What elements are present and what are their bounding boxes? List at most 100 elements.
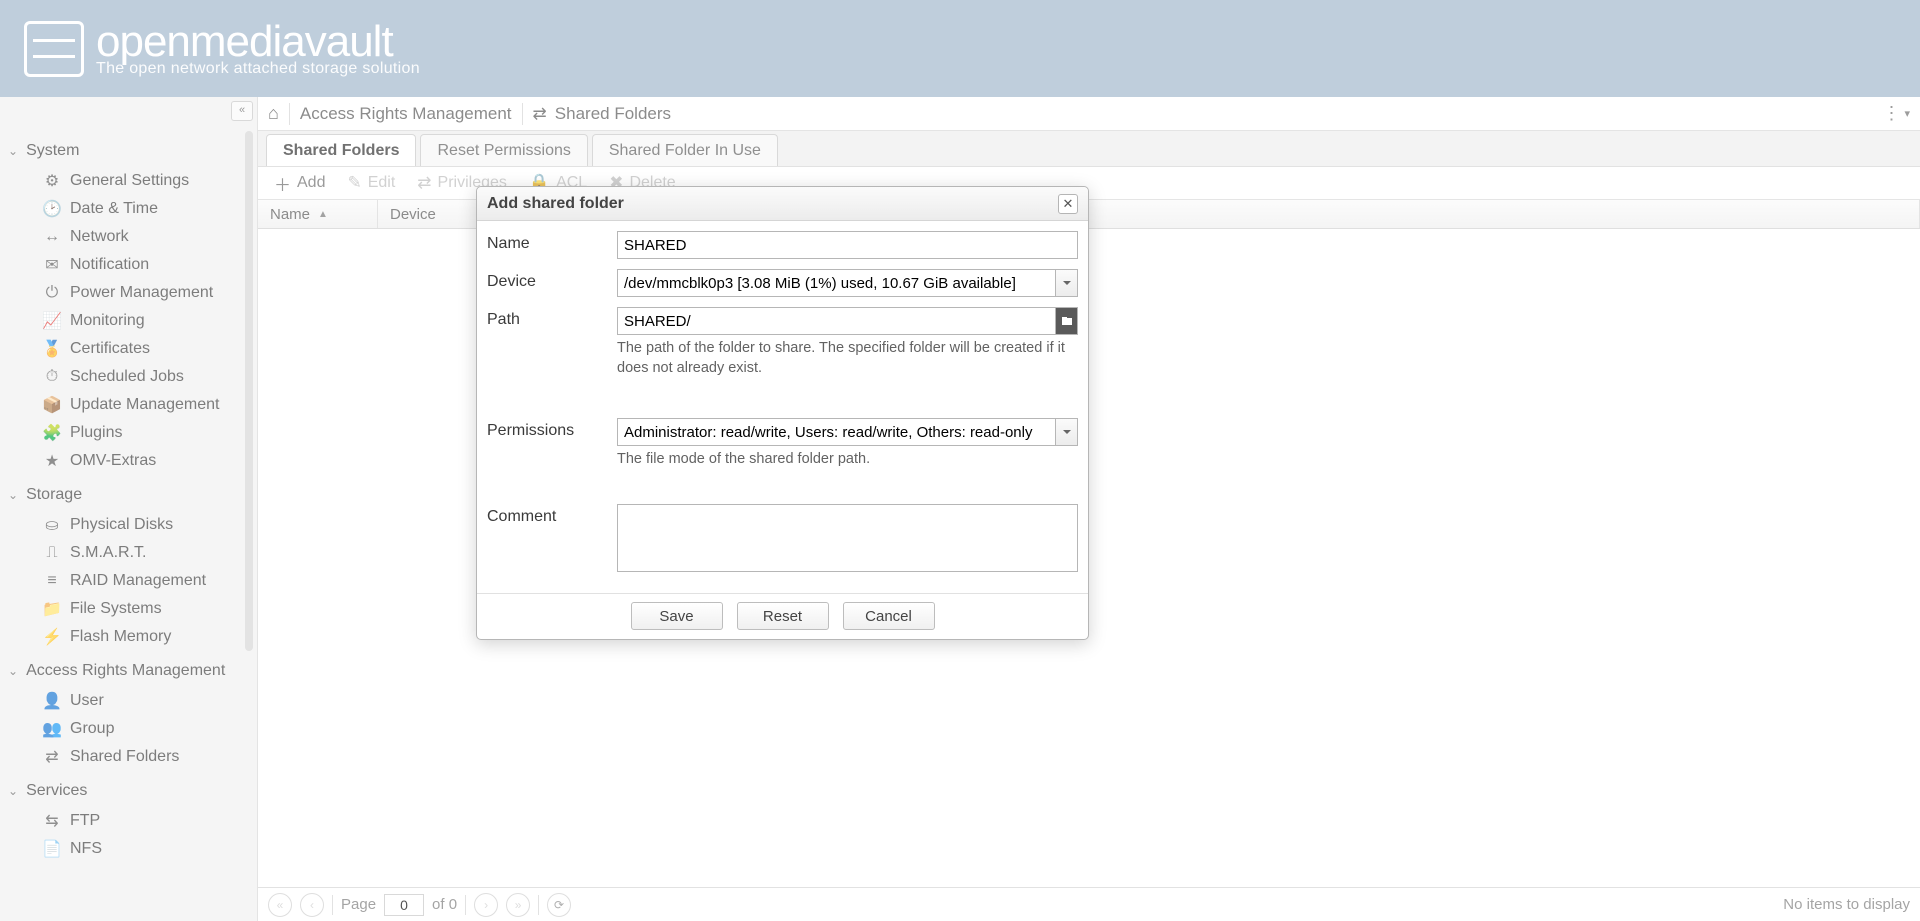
app-logo: openmediavault The open network attached…: [24, 21, 420, 77]
brand-name: openmediavault: [96, 21, 420, 63]
package-icon: 📦: [42, 395, 62, 415]
sidebar-group-access-rights[interactable]: ⌄Access Rights Management: [8, 657, 243, 687]
transfer-icon: ⇆: [42, 811, 62, 831]
dialog-close-button[interactable]: ✕: [1058, 194, 1078, 214]
breadcrumb-separator: [289, 103, 290, 125]
comment-label: Comment: [487, 504, 617, 526]
plus-icon: ＋: [274, 171, 291, 196]
breadcrumb-page[interactable]: ⇄Shared Folders: [533, 104, 671, 124]
sidebar-item-network[interactable]: ↔Network: [8, 223, 243, 251]
tab-reset-permissions[interactable]: Reset Permissions: [420, 134, 587, 166]
comment-textarea[interactable]: [617, 504, 1078, 572]
sidebar-item-user[interactable]: 👤 User: [8, 687, 243, 715]
sidebar-item-monitoring[interactable]: 📈Monitoring: [8, 307, 243, 335]
sidebar-item-scheduled-jobs[interactable]: ⏱Scheduled Jobs: [8, 363, 243, 391]
edit-button[interactable]: ✎Edit: [339, 170, 403, 196]
page-input[interactable]: [384, 894, 424, 916]
next-page-button[interactable]: ›: [474, 893, 498, 917]
sidebar-item-group[interactable]: 👥Group: [8, 715, 243, 743]
sidebar-item-label: Certificates: [70, 340, 150, 358]
reset-button[interactable]: Reset: [737, 602, 829, 630]
network-icon: ↔: [42, 227, 62, 247]
sidebar-item-label: Scheduled Jobs: [70, 368, 184, 386]
save-button[interactable]: Save: [631, 602, 723, 630]
sidebar-item-label: Shared Folders: [70, 748, 179, 766]
sidebar-item-label: Monitoring: [70, 312, 145, 330]
star-icon: ★: [42, 451, 62, 471]
prev-page-button[interactable]: ‹: [300, 893, 324, 917]
app-header: openmediavault The open network attached…: [0, 0, 1920, 97]
home-icon[interactable]: ⌂: [268, 103, 279, 124]
chevron-down-icon: ⌄: [8, 488, 18, 502]
last-page-button[interactable]: »: [506, 893, 530, 917]
users-icon: 👥: [42, 719, 62, 739]
device-select[interactable]: [617, 269, 1056, 297]
path-input[interactable]: [617, 307, 1056, 335]
add-button[interactable]: ＋Add: [266, 168, 333, 199]
name-input[interactable]: [617, 231, 1078, 259]
path-browse-button[interactable]: [1056, 307, 1078, 335]
sidebar-item-general-settings[interactable]: ⚙General Settings: [8, 167, 243, 195]
power-icon: ⏻: [42, 283, 62, 303]
sidebar-item-shared-folders[interactable]: ⇄ Shared Folders: [8, 743, 243, 771]
pulse-icon: ⎍: [42, 543, 62, 563]
brand-tagline: The open network attached storage soluti…: [96, 61, 420, 76]
mail-icon: ✉: [42, 255, 62, 275]
dialog-title: Add shared folder: [487, 195, 624, 213]
sidebar-group-services[interactable]: ⌄Services: [8, 777, 243, 807]
sidebar: « ⌄ System ⚙General Settings 🕑Date & Time…: [0, 97, 258, 921]
file-icon: 📄: [42, 839, 62, 859]
permissions-dropdown-button[interactable]: [1056, 418, 1078, 446]
sidebar-item-power-management[interactable]: ⏻Power Management: [8, 279, 243, 307]
permissions-select[interactable]: [617, 418, 1056, 446]
refresh-button[interactable]: ⟳: [547, 893, 571, 917]
sidebar-item-raid[interactable]: ≡RAID Management: [8, 567, 243, 595]
sidebar-item-label: Notification: [70, 256, 149, 274]
column-name[interactable]: Name▲: [258, 200, 378, 228]
sidebar-item-label: Date & Time: [70, 200, 158, 218]
tab-shared-folder-in-use[interactable]: Shared Folder In Use: [592, 134, 778, 166]
path-help-text: The path of the folder to share. The spe…: [617, 339, 1078, 378]
sidebar-item-plugins[interactable]: 🧩Plugins: [8, 419, 243, 447]
sidebar-item-flash-memory[interactable]: ⚡Flash Memory: [8, 623, 243, 651]
share-icon: ⇄: [42, 747, 62, 767]
sidebar-item-nfs[interactable]: 📄NFS: [8, 835, 243, 863]
breadcrumb-group[interactable]: Access Rights Management: [300, 104, 512, 124]
sidebar-group-storage[interactable]: ⌄Storage: [8, 481, 243, 511]
sidebar-item-omv-extras[interactable]: ★ OMV-Extras: [8, 447, 243, 475]
device-dropdown-button[interactable]: [1056, 269, 1078, 297]
pager: « ‹ Page of 0 › » ⟳ No items to display: [258, 887, 1920, 921]
permissions-help-text: The file mode of the shared folder path.: [617, 450, 1078, 470]
first-page-button[interactable]: «: [268, 893, 292, 917]
sidebar-item-date-time[interactable]: 🕑Date & Time: [8, 195, 243, 223]
user-icon: 👤: [42, 691, 62, 711]
sidebar-group-label: System: [26, 142, 79, 160]
sidebar-item-label: Physical Disks: [70, 516, 173, 534]
sidebar-item-label: User: [70, 692, 104, 710]
pager-status: No items to display: [1783, 896, 1910, 913]
sidebar-item-file-systems[interactable]: 📁File Systems: [8, 595, 243, 623]
sidebar-item-update-management[interactable]: 📦Update Management: [8, 391, 243, 419]
sidebar-item-label: OMV-Extras: [70, 452, 156, 470]
sidebar-scrollbar[interactable]: [245, 131, 253, 651]
share-icon: ⇄: [533, 104, 547, 124]
sidebar-group-system[interactable]: ⌄ System: [8, 137, 243, 167]
page-label: Page: [341, 896, 376, 913]
name-label: Name: [487, 231, 617, 253]
sidebar-item-smart[interactable]: ⎍S.M.A.R.T.: [8, 539, 243, 567]
folder-icon: 📁: [42, 599, 62, 619]
tab-shared-folders[interactable]: Shared Folders: [266, 134, 416, 166]
sidebar-item-notification[interactable]: ✉ Notification: [8, 251, 243, 279]
chevron-down-icon: ⌄: [8, 144, 18, 158]
header-menu-button[interactable]: ⋮▾: [1882, 103, 1910, 124]
cancel-button[interactable]: Cancel: [843, 602, 935, 630]
permissions-label: Permissions: [487, 418, 617, 440]
sidebar-item-physical-disks[interactable]: ⛀ Physical Disks: [8, 511, 243, 539]
sidebar-item-ftp[interactable]: ⇆FTP: [8, 807, 243, 835]
kebab-icon: ⋮: [1882, 103, 1900, 124]
sidebar-item-certificates[interactable]: 🏅Certificates: [8, 335, 243, 363]
path-label: Path: [487, 307, 617, 329]
disk-icon: ⛀: [42, 515, 62, 535]
sidebar-collapse-button[interactable]: «: [231, 101, 253, 121]
sidebar-item-label: General Settings: [70, 172, 189, 190]
